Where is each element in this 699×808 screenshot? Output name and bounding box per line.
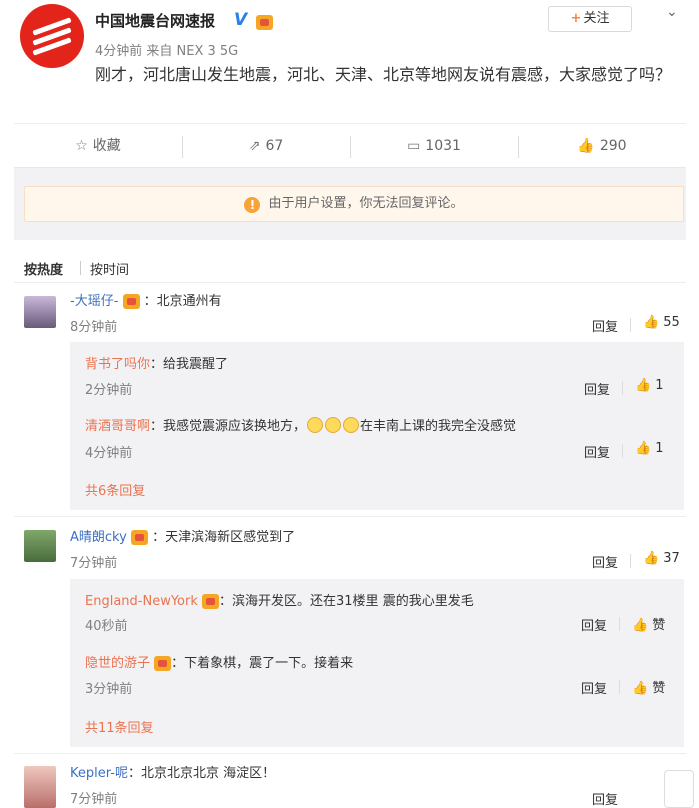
thumbs-up-icon: 👍 xyxy=(635,378,652,393)
comment-time: 7分钟前 xyxy=(70,556,118,571)
repost-button[interactable]: ⇗ 67 xyxy=(182,124,350,168)
reply-user[interactable]: 背书了吗你 xyxy=(85,357,150,372)
member-crown-icon xyxy=(256,12,273,31)
thumbs-up-icon: 👍 xyxy=(635,441,652,456)
comment-text: ：北京通州有 xyxy=(143,294,222,309)
thumbs-up-icon: 👍 xyxy=(577,138,595,154)
follow-button[interactable]: + 关注 xyxy=(548,6,632,32)
reply-like-button[interactable]: 👍 1 xyxy=(635,441,663,456)
star-icon: ☆ xyxy=(75,138,88,154)
reply-text: ：下着象棋，震了一下。接着来 xyxy=(171,656,354,671)
reply-like-button[interactable]: 👍 1 xyxy=(635,378,663,393)
more-replies-link[interactable]: 共6条回复 xyxy=(85,480,145,499)
reply-time: 3分钟前 xyxy=(85,682,133,697)
comment-text: ：天津滨海新区感觉到了 xyxy=(152,530,296,545)
comment-icon: ▭ xyxy=(407,138,421,154)
sort-by-time[interactable]: 按时间 xyxy=(90,259,129,278)
comment-like-button[interactable]: 👍 37 xyxy=(643,551,680,566)
comment-line: Kepler-呢：北京北京北京 海淀区！ xyxy=(70,762,275,781)
comment-time: 7分钟前 xyxy=(70,792,118,807)
reply-line: England-NewYork ：滨海开发区。还在31楼里 震的我心里发毛 xyxy=(85,590,474,609)
reply-button[interactable]: 回复 xyxy=(581,615,607,634)
reply-text-after: 在丰南上课的我完全没感觉 xyxy=(360,419,517,434)
reply-disabled-notice: ! 由于用户设置，你无法回复评论。 xyxy=(24,186,684,222)
reply-time: 2分钟前 xyxy=(85,383,133,398)
reply-like-button[interactable]: 👍 赞 xyxy=(632,677,665,696)
post-meta: 4分钟前 来自 NEX 3 5G xyxy=(95,44,239,59)
like-button[interactable]: 👍 290 xyxy=(518,124,686,168)
post-text: 刚才，河北唐山发生地震，河北、天津、北京等地网友说有震感，大家感觉了吗？ xyxy=(95,65,672,84)
sort-by-hot[interactable]: 按热度 xyxy=(24,259,63,278)
reply-time: 4分钟前 xyxy=(85,446,133,461)
thumbs-up-icon: 👍 xyxy=(643,315,660,330)
repost-icon: ⇗ xyxy=(248,138,261,154)
comment-button[interactable]: ▭ 1031 xyxy=(350,124,518,168)
member-crown-icon xyxy=(130,530,148,545)
reply-line: 隐世的游子 ：下着象棋，震了一下。接着来 xyxy=(85,652,353,671)
reply-line: 背书了吗你：给我震醒了 xyxy=(85,353,228,372)
comment-time: 8分钟前 xyxy=(70,320,118,335)
floating-action-button[interactable] xyxy=(664,770,694,808)
verified-icon: V xyxy=(234,10,248,30)
post-author-name[interactable]: 中国地震台网速报 xyxy=(95,10,215,31)
reply-user[interactable]: 清酒哥哥啊 xyxy=(85,419,150,434)
chevron-down-icon[interactable]: ⌄ xyxy=(666,4,678,20)
reply-button[interactable]: 回复 xyxy=(592,552,618,571)
more-replies-link[interactable]: 共11条回复 xyxy=(85,717,154,736)
reply-time: 40秒前 xyxy=(85,619,128,634)
reply-button[interactable]: 回复 xyxy=(584,442,610,461)
reply-user[interactable]: 隐世的游子 xyxy=(85,656,150,671)
comment-like-button[interactable]: 👍 55 xyxy=(643,315,680,330)
avatar[interactable] xyxy=(24,766,56,808)
thumbs-up-icon: 👍 xyxy=(643,551,660,566)
post-action-bar: ☆ 收藏 ⇗ 67 ▭ 1031 👍 290 xyxy=(14,123,686,168)
member-crown-icon xyxy=(154,656,172,671)
reply-button[interactable]: 回复 xyxy=(592,316,618,335)
info-icon: ! xyxy=(244,197,261,213)
comment-user[interactable]: Kepler-呢 xyxy=(70,766,128,781)
reply-line: 清酒哥哥啊：我感觉震源应该换地方， 在丰南上课的我完全没感觉 xyxy=(85,415,516,434)
reply-button[interactable]: 回复 xyxy=(584,379,610,398)
comment-line: -大瑶仔- ：北京通州有 xyxy=(70,290,222,309)
reply-button[interactable]: 回复 xyxy=(592,789,618,808)
reply-button[interactable]: 回复 xyxy=(581,678,607,697)
favorite-button[interactable]: ☆ 收藏 xyxy=(14,124,182,168)
reply-like-button[interactable]: 👍 赞 xyxy=(632,614,665,633)
comment-user[interactable]: -大瑶仔- xyxy=(70,294,118,309)
thumbs-up-icon: 👍 xyxy=(632,618,649,633)
avatar[interactable] xyxy=(24,530,56,562)
post-author-avatar[interactable] xyxy=(20,4,84,68)
avatar[interactable] xyxy=(24,296,56,328)
comment-line: A晴朗cky ：天津滨海新区感觉到了 xyxy=(70,526,295,545)
emoji-icon xyxy=(306,417,360,434)
reply-text: ：滨海开发区。还在31楼里 震的我心里发毛 xyxy=(219,594,474,609)
reply-text: ：我感觉震源应该换地方， xyxy=(150,419,307,434)
comment-user[interactable]: A晴朗cky xyxy=(70,530,127,545)
reply-text: ：给我震醒了 xyxy=(150,357,229,372)
member-crown-icon xyxy=(122,294,140,309)
reply-user[interactable]: England-NewYork xyxy=(85,594,198,609)
thumbs-up-icon: 👍 xyxy=(632,681,649,696)
comment-text: ：北京北京北京 海淀区！ xyxy=(127,766,276,781)
member-crown-icon xyxy=(202,594,220,609)
